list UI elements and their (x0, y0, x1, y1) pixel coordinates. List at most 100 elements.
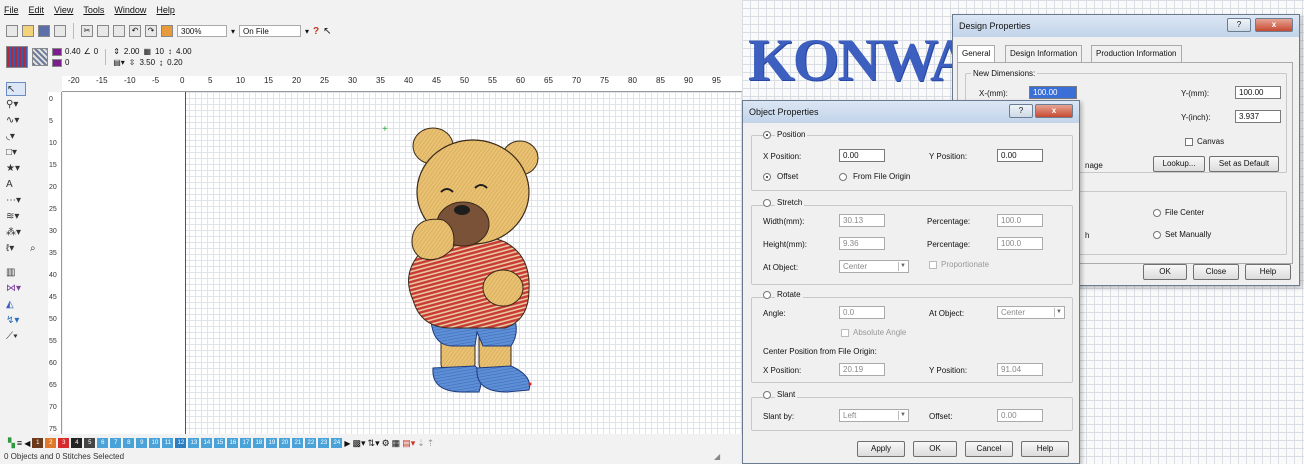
monogram-tool-icon[interactable]: ℓ▾ (6, 242, 26, 256)
line-tool-icon[interactable]: ∿▾ (6, 114, 26, 128)
jump-tool-icon[interactable]: ↯▾ (6, 314, 26, 328)
curve-tool-icon[interactable]: ◟▾ (6, 130, 26, 144)
pull-value[interactable]: 3.50 (139, 58, 155, 67)
palette-next-icon[interactable]: ▶ (344, 439, 350, 448)
palette-grid-icon[interactable]: ▚ (8, 438, 15, 449)
color-swatch[interactable]: 6 (97, 438, 109, 448)
palette-tool-icon[interactable]: ▩▾ (353, 438, 366, 449)
pattern-icon[interactable]: ▤▾ (113, 58, 125, 67)
slant-offset-field[interactable]: 0.00 (997, 409, 1043, 422)
stitch-sim-icon[interactable]: ⚙ (382, 438, 390, 449)
line-color-icon[interactable] (52, 47, 62, 56)
chevron-down-icon[interactable]: ▾ (305, 27, 309, 36)
view-mode-select[interactable]: On File (239, 25, 302, 37)
slant-by-select[interactable]: Left ▼ (839, 409, 909, 422)
menu-window[interactable]: Window (114, 5, 146, 15)
select-arrow-icon[interactable]: ↖ (6, 82, 26, 96)
percentage-width-field[interactable]: 100.0 (997, 214, 1043, 227)
satin-tool-icon[interactable]: ⋈▾ (6, 282, 26, 296)
line-width-value[interactable]: 0.40 (65, 47, 81, 56)
open-file-icon[interactable] (22, 25, 34, 37)
center-x-position-field[interactable]: 20.19 (839, 363, 885, 376)
offset-radio[interactable] (763, 173, 771, 181)
resize-grip-icon[interactable]: ◢ (714, 452, 720, 461)
dialog-help-icon[interactable]: ? (1009, 104, 1033, 118)
fill-pattern-icon[interactable] (32, 48, 48, 66)
file-center-radio[interactable] (1153, 209, 1161, 217)
measure-tool-icon[interactable]: ⟋▾ (6, 330, 26, 344)
teddy-bear-design[interactable] (393, 124, 543, 400)
new-file-icon[interactable] (6, 25, 18, 37)
angle-value[interactable]: 0 (94, 47, 98, 56)
dialog-help-icon[interactable]: ? (1227, 18, 1251, 32)
apply-button[interactable]: Apply (857, 441, 905, 457)
zoom-lens-icon[interactable]: ⌕ (30, 242, 50, 256)
blank-fill-icon[interactable]: ▥ (6, 266, 26, 280)
rotate-at-object-select[interactable]: Center ▼ (997, 306, 1065, 319)
color-swatch[interactable]: 22 (305, 438, 317, 448)
color-swatch[interactable]: 12 (175, 438, 187, 448)
set-manually-radio[interactable] (1153, 231, 1161, 239)
color-swatch[interactable]: 20 (279, 438, 291, 448)
text-tool-icon[interactable]: A (6, 178, 26, 192)
arrow-up-icon[interactable]: ⇡ (427, 438, 435, 449)
color-swatch[interactable]: 10 (149, 438, 161, 448)
print-icon[interactable] (54, 25, 66, 37)
redo-icon[interactable]: ↷ (145, 25, 157, 37)
ok-button[interactable]: OK (913, 441, 957, 457)
color-swatch[interactable]: 19 (266, 438, 278, 448)
chevron-down-icon[interactable]: ▾ (231, 27, 235, 36)
tab-general[interactable]: General (957, 45, 996, 62)
dialog-close-icon[interactable]: x (1255, 18, 1293, 32)
palette-list-icon[interactable]: ≡ (17, 438, 22, 448)
color-swatch[interactable]: 2 (45, 438, 57, 448)
compensation-value[interactable]: 0.20 (167, 58, 183, 67)
trim-icon[interactable]: ▦ (392, 438, 401, 449)
stitch-run-icon[interactable]: ⋯▾ (6, 194, 26, 208)
zoom-level-field[interactable]: 300% (177, 25, 227, 37)
menu-help[interactable]: Help (156, 5, 175, 15)
import-icon[interactable] (161, 25, 173, 37)
fill-color-icon[interactable] (52, 58, 62, 67)
width-mm-field[interactable]: 30.13 (839, 214, 885, 227)
arrow-down-icon[interactable]: ⇣ (417, 438, 425, 449)
color-swatch[interactable]: 23 (318, 438, 330, 448)
lookup-button[interactable]: Lookup... (1153, 156, 1205, 172)
y-mm-field[interactable]: 100.00 (1235, 86, 1281, 99)
undo-icon[interactable]: ↶ (129, 25, 141, 37)
ok-button[interactable]: OK (1143, 264, 1187, 280)
tab-design-information[interactable]: Design Information (1005, 45, 1083, 62)
menu-view[interactable]: View (54, 5, 73, 15)
color-swatch[interactable]: 7 (110, 438, 122, 448)
save-icon[interactable] (38, 25, 50, 37)
applique-tool-icon[interactable]: ⁂▾ (6, 226, 26, 240)
tab-production-information[interactable]: Production Information (1091, 45, 1182, 62)
color-swatch[interactable]: 4 (71, 438, 83, 448)
x-position-field[interactable]: 0.00 (839, 149, 885, 162)
stretch-at-object-select[interactable]: Center ▼ (839, 260, 909, 273)
percentage-height-field[interactable]: 100.0 (997, 237, 1043, 250)
cut-icon[interactable]: ✂ (81, 25, 93, 37)
design-canvas[interactable]: + (63, 92, 742, 434)
color-swatch[interactable]: 9 (136, 438, 148, 448)
color-swatch[interactable]: 24 (331, 438, 343, 448)
color-swatch[interactable]: 11 (162, 438, 174, 448)
close-button[interactable]: Close (1193, 264, 1239, 280)
color-swatch[interactable]: 17 (240, 438, 252, 448)
dialog-close-icon[interactable]: x (1035, 104, 1073, 118)
stitch-type-icon[interactable] (6, 46, 28, 68)
help-button[interactable]: Help (1245, 264, 1291, 280)
menu-tools[interactable]: Tools (83, 5, 104, 15)
color-swatch[interactable]: 3 (58, 438, 70, 448)
copy-icon[interactable] (97, 25, 109, 37)
help-question-icon[interactable]: ? (313, 26, 319, 37)
paste-icon[interactable] (113, 25, 125, 37)
color-swatch[interactable]: 18 (253, 438, 265, 448)
color-swatch[interactable]: 13 (188, 438, 200, 448)
color-swatch[interactable]: 15 (214, 438, 226, 448)
color-swatch[interactable]: 5 (84, 438, 96, 448)
color-swatch[interactable]: 1 (32, 438, 44, 448)
center-y-position-field[interactable]: 91.04 (997, 363, 1043, 376)
context-help-icon[interactable]: ↖ (323, 26, 331, 37)
set-as-default-button[interactable]: Set as Default (1209, 156, 1279, 172)
